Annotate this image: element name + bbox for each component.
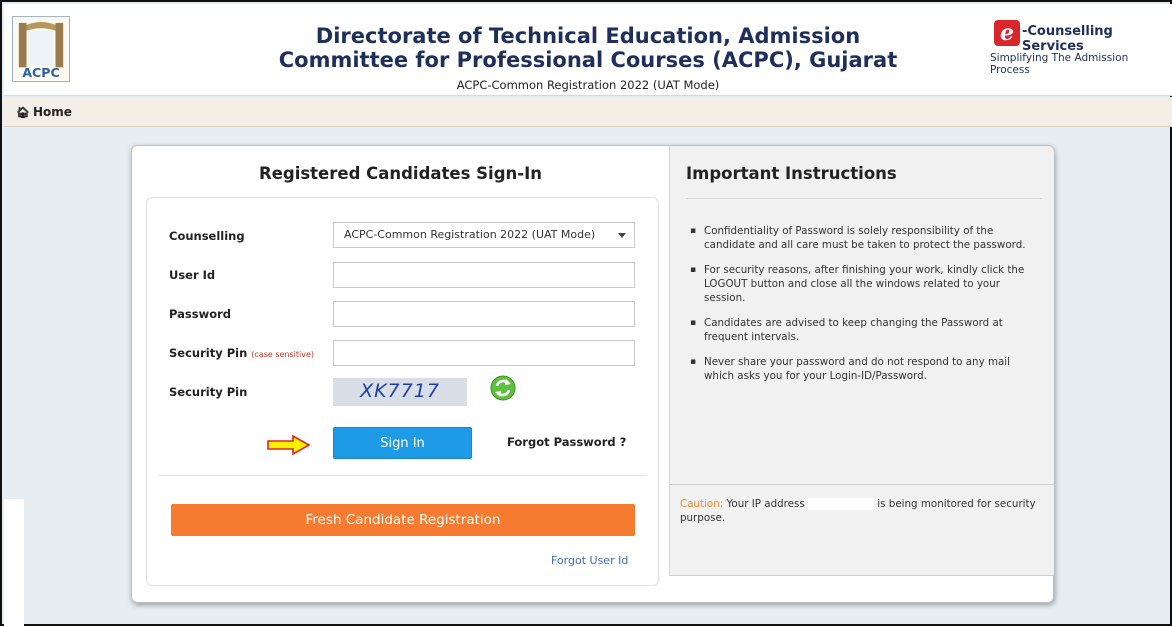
fresh-registration-button[interactable]: Fresh Candidate Registration [171,504,635,536]
caution-label: Caution: [680,498,724,510]
forgot-password-link[interactable]: Forgot Password ? [507,435,626,449]
left-white-strip [4,499,24,626]
password-label: Password [169,307,231,321]
caution-divider [670,484,1055,485]
signin-button[interactable]: Sign In [333,427,472,459]
forgot-userid-link[interactable]: Forgot User Id [551,554,628,567]
signin-form: Counselling ACPC-Common Registration 202… [146,197,659,586]
captcha-image: XK7717 [333,378,467,406]
userid-input[interactable] [333,262,635,288]
list-item: Candidates are advised to keep changing … [690,316,1042,344]
e-counselling-tagline: Simplifying The Admission Process [990,52,1129,76]
top-nav: 🏠︎ Home [4,97,1172,127]
site-header: ACPC Directorate of Technical Education,… [4,4,1172,96]
home-icon: 🏠︎ [16,106,30,119]
signin-title: Registered Candidates Sign-In [258,164,543,183]
counselling-select[interactable]: ACPC-Common Registration 2022 (UAT Mode) [333,222,635,248]
chevron-down-icon [618,233,626,238]
captcha-text: XK7717 [360,380,440,402]
ip-address-value [808,498,875,510]
userid-label: User Id [169,268,216,282]
page-frame: ACPC Directorate of Technical Education,… [0,0,1172,626]
e-counselling-brand[interactable]: e -Counselling Services Simplifying The … [986,18,1166,80]
caution-notice: Caution: Your IP address is being monito… [680,497,1046,525]
security-pin-label-text: Security Pin [169,346,248,360]
instructions-title: Important Instructions [686,164,897,183]
security-pin-input[interactable] [333,340,635,366]
header-subtitle: ACPC-Common Registration 2022 (UAT Mode) [456,78,720,92]
e-counselling-logo-icon: e [994,20,1020,46]
instructions-panel: Important Instructions Confidentiality o… [669,146,1055,576]
case-sensitive-note: (case sensitive) [251,350,315,359]
security-pin-label: Security Pin (case sensitive) [169,346,314,360]
signin-card: Registered Candidates Sign-In Counsellin… [131,145,1055,603]
home-label: Home [32,105,72,119]
counselling-label: Counselling [169,229,245,243]
home-link[interactable]: 🏠︎ Home [16,105,72,119]
instructions-divider [686,198,1042,199]
instructions-list: Confidentiality of Password is solely re… [690,224,1042,394]
refresh-captcha-icon[interactable] [489,374,517,402]
list-item: Never share your password and do not res… [690,355,1042,383]
list-item: For security reasons, after finishing yo… [690,263,1042,305]
form-divider [159,475,647,476]
list-item: Confidentiality of Password is solely re… [690,224,1042,252]
captcha-label: Security Pin [169,385,248,399]
counselling-selected-value: ACPC-Common Registration 2022 (UAT Mode) [344,228,596,241]
e-counselling-name: -Counselling Services [1022,24,1113,54]
password-input[interactable] [333,301,635,327]
right-arrow-icon [267,434,311,456]
caution-pre: Your IP address [726,498,805,510]
